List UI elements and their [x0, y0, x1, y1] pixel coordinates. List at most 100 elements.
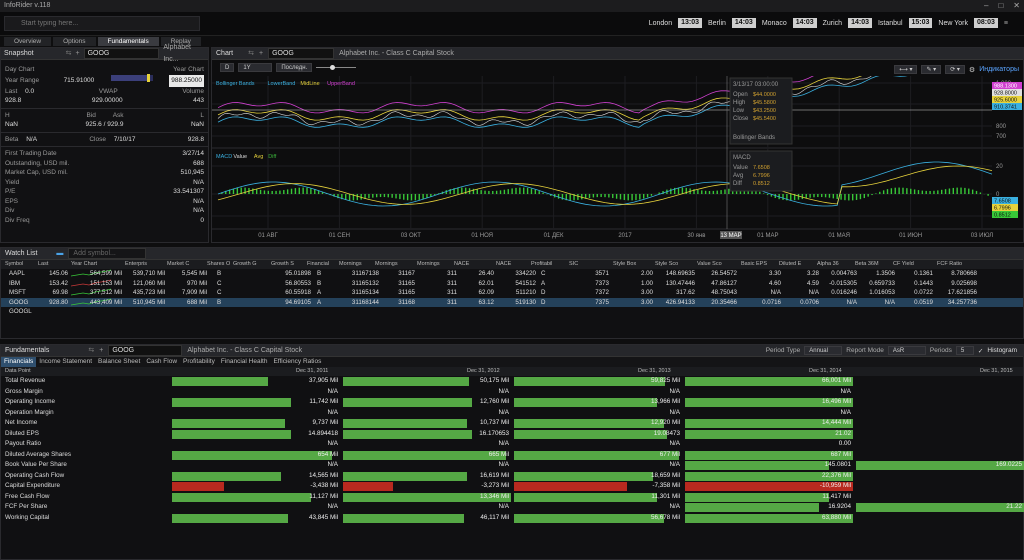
watchlist-cell: 0.659733: [869, 279, 895, 287]
close-date: 7/10/17: [113, 135, 136, 143]
link-icon[interactable]: ⇆: [66, 48, 72, 60]
plus-icon[interactable]: +: [259, 48, 263, 60]
watchlist-cell: B: [217, 298, 222, 306]
year-header: Dec 31, 2013: [638, 368, 671, 374]
watchlist-row[interactable]: GOOG 928.80 443,409 Mil 510,945 Mil 688 Mil B…: [1, 297, 1023, 307]
x-tick-label: 30 янв: [687, 233, 705, 239]
chat-icon[interactable]: ▬: [56, 248, 63, 260]
subtab-profitability[interactable]: Profitability: [180, 357, 218, 367]
macd-legend-item: Diff: [268, 154, 277, 160]
column-header[interactable]: Growth G: [233, 260, 273, 269]
watchlist-cell: 31168144: [351, 298, 379, 306]
watchlist-cell: 1.00: [640, 279, 653, 287]
cell-value: 21.02: [835, 429, 851, 437]
subtab-financials[interactable]: Financials: [1, 357, 37, 367]
zoom-slider[interactable]: [316, 65, 357, 70]
watchlist-cell: 3.00: [640, 289, 653, 296]
fundamentals-row: Book Value Per Share N/A N/A N/A 145.0801 169…: [1, 460, 1024, 471]
watchlist-cell: 20.35466: [711, 298, 737, 306]
watchlist-cell: 311: [447, 270, 457, 277]
link-icon[interactable]: ⇆: [248, 48, 254, 60]
maximize-icon[interactable]: □: [998, 0, 1003, 12]
column-header[interactable]: FCF Ratio: [937, 260, 977, 269]
watchlist-cell: 34.257736: [947, 298, 977, 306]
column-header[interactable]: Mornings: [339, 260, 379, 269]
tab-options[interactable]: Options: [53, 37, 96, 46]
fundamentals-row: Free Cash Flow 11,127 Mil 13,346 Mil 11,301…: [1, 492, 1024, 503]
snapshot-field: EPS N/A: [1, 197, 208, 207]
mode-select[interactable]: Последн.: [276, 63, 313, 72]
tooltip-footer: Bollinger Bands: [733, 135, 775, 141]
column-header[interactable]: NACE: [454, 260, 494, 269]
column-header[interactable]: SIC: [569, 260, 609, 269]
cell-value: 654 Mil: [317, 450, 338, 458]
column-header[interactable]: NACE: [496, 260, 536, 269]
fundamentals-row: Net Income 9,737 Mil 10,737 Mil 12,920 Mil 1…: [1, 418, 1024, 429]
subtab-income-statement[interactable]: Income Statement: [36, 357, 95, 367]
watchlist-row[interactable]: AAPL 145.06 564,599 Mil 539,710 Mil 5,545 Mi…: [1, 269, 1023, 279]
column-header[interactable]: Alpha 36: [817, 260, 857, 269]
clock-time: 08:03: [974, 18, 998, 28]
refresh-icon[interactable]: ⟳ ▾: [945, 65, 965, 74]
indicators-button[interactable]: Индикаторы: [979, 66, 1019, 73]
link-icon[interactable]: ⇆: [88, 345, 94, 357]
periods-select[interactable]: 5: [955, 346, 974, 355]
watchlist-cell: 31167138: [351, 270, 379, 277]
column-header[interactable]: Style Box: [613, 260, 653, 269]
column-header[interactable]: Profitabil: [531, 260, 571, 269]
period-type-select[interactable]: Annual: [804, 346, 843, 355]
watchlist-rows: AAPL 145.06 564,599 Mil 539,710 Mil 5,545 Mi…: [1, 269, 1023, 317]
column-header[interactable]: Basic EPS: [741, 260, 781, 269]
chart-symbol-input[interactable]: GOOG: [268, 48, 335, 59]
row-name: Book Value Per Share: [5, 461, 67, 468]
column-header[interactable]: Value Sco: [697, 260, 737, 269]
watchlist-cell: 3571: [595, 270, 609, 277]
field-label: Market Cap, USD mil.: [5, 169, 68, 176]
column-header[interactable]: Mornings: [375, 260, 415, 269]
subtab-cash-flow[interactable]: Cash Flow: [143, 357, 180, 367]
subtab-financial-health[interactable]: Financial Health: [218, 357, 271, 367]
range-select[interactable]: 1Y: [238, 63, 273, 72]
column-header[interactable]: Mornings: [417, 260, 457, 269]
watchlist-row[interactable]: GOOGL: [1, 307, 1023, 317]
plus-icon[interactable]: +: [99, 345, 103, 357]
row-name: Net Income: [5, 419, 38, 426]
column-header[interactable]: Beta 36M: [855, 260, 895, 269]
fundamentals-row: Operation Margin N/A N/A N/A N/A: [1, 408, 1024, 419]
tab-fundamentals[interactable]: Fundamentals: [97, 37, 159, 46]
subtab-efficiency-ratios[interactable]: Efficiency Ratios: [270, 357, 324, 367]
pan-tool-icon[interactable]: ⟷ ▾: [894, 65, 918, 74]
fundamentals-row: Operating Cash Flow 14,565 Mil 16,619 Mil 1…: [1, 471, 1024, 482]
column-header[interactable]: Market C: [167, 260, 207, 269]
macd-tag-label: 7.6508: [994, 199, 1011, 205]
tab-overview[interactable]: Overview: [4, 37, 52, 46]
watchlist-row[interactable]: IBM 153.42 151,153 Mil 121,060 Mil 970 Mil C 5…: [1, 279, 1023, 289]
report-mode-select[interactable]: AsR: [887, 346, 926, 355]
plus-icon[interactable]: +: [75, 48, 79, 60]
watchlist-row[interactable]: MSFT 69.98 377,512 Mil 435,723 Mil 7,909 Mil…: [1, 288, 1023, 298]
price-tag-label: 928.8000: [994, 91, 1017, 97]
snapshot-symbol-input[interactable]: GOOG: [83, 48, 160, 59]
column-header[interactable]: CF Yield: [893, 260, 933, 269]
period-select[interactable]: D: [220, 63, 235, 72]
minimize-icon[interactable]: –: [984, 0, 988, 12]
histogram-checkbox[interactable]: ✓: [978, 347, 983, 355]
cell-value: 22,376 Mil: [821, 471, 851, 479]
gear-icon[interactable]: ⚙: [969, 66, 975, 74]
column-header[interactable]: Diluted E: [779, 260, 819, 269]
price-chart[interactable]: 01 АВГ 01 СЕН 03 ОКТ 01 НОЯ 01 ДЕК 2017 30 янв…: [212, 76, 1023, 242]
cell-value: N/A: [327, 408, 339, 416]
tooltip2-value: 6.7996: [753, 173, 770, 179]
column-header[interactable]: Enterpris: [125, 260, 165, 269]
close-icon[interactable]: ✕: [1013, 0, 1020, 12]
column-header[interactable]: Year Chart: [71, 260, 111, 269]
field-value: N/A: [193, 207, 204, 214]
subtab-balance-sheet[interactable]: Balance Sheet: [95, 357, 143, 367]
search-input[interactable]: [4, 16, 200, 31]
draw-tool-icon[interactable]: ✎ ▾: [921, 65, 942, 74]
column-header[interactable]: Growth S: [271, 260, 311, 269]
menu-icon[interactable]: ≡: [1004, 20, 1008, 27]
add-symbol-input[interactable]: Add symbol...: [68, 248, 147, 259]
fundamentals-symbol-input[interactable]: GOOG: [108, 345, 183, 356]
column-header[interactable]: Style Sco: [655, 260, 695, 269]
